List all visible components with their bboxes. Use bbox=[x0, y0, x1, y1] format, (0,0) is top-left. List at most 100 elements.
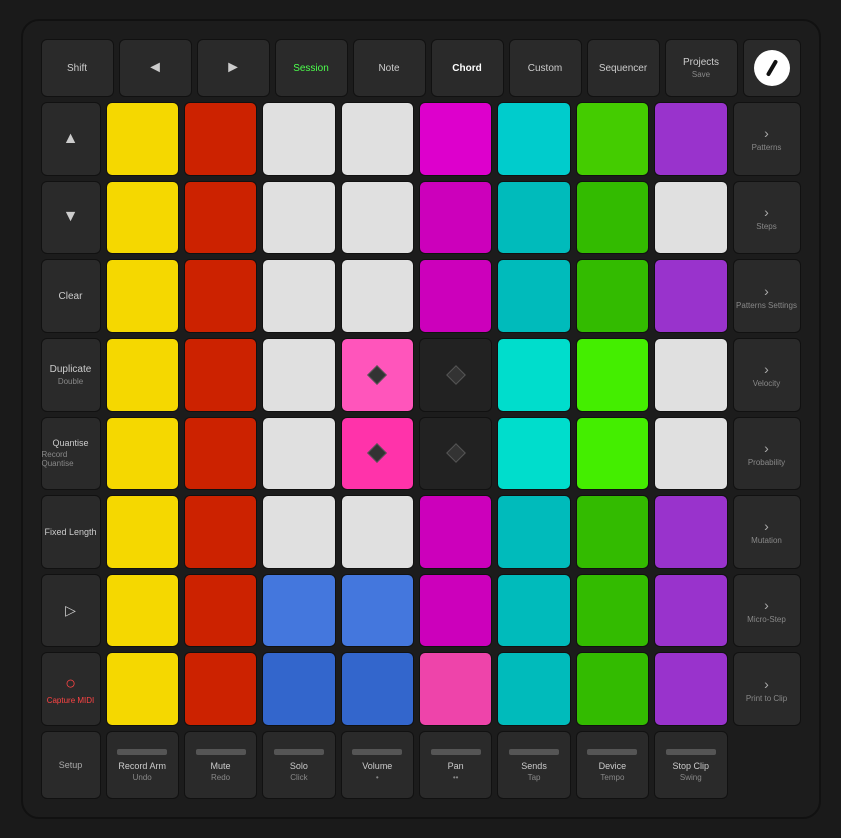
pad-0-5[interactable] bbox=[497, 102, 570, 176]
pad-7-5[interactable] bbox=[497, 652, 570, 726]
bottom-btn-stop-clip[interactable]: Stop ClipSwing bbox=[654, 731, 727, 799]
pad-7-2[interactable] bbox=[262, 652, 335, 726]
mutation-button[interactable]: › Mutation bbox=[733, 495, 801, 569]
pad-4-1[interactable] bbox=[184, 417, 257, 491]
patterns-settings-button[interactable]: › Patterns Settings bbox=[733, 259, 801, 333]
projects-button[interactable]: Projects Save bbox=[665, 39, 738, 97]
setup-button[interactable]: Setup bbox=[41, 731, 101, 799]
pad-0-1[interactable] bbox=[184, 102, 257, 176]
velocity-button[interactable]: › Velocity bbox=[733, 338, 801, 412]
pad-0-2[interactable] bbox=[262, 102, 335, 176]
pad-5-5[interactable] bbox=[497, 495, 570, 569]
pad-7-4[interactable] bbox=[419, 652, 492, 726]
pad-5-7[interactable] bbox=[654, 495, 727, 569]
bottom-btn-record-arm[interactable]: Record ArmUndo bbox=[106, 731, 179, 799]
pad-7-0[interactable] bbox=[106, 652, 179, 726]
pad-4-5[interactable] bbox=[497, 417, 570, 491]
pad-1-3[interactable] bbox=[341, 181, 414, 255]
pad-3-1[interactable] bbox=[184, 338, 257, 412]
pad-7-3[interactable] bbox=[341, 652, 414, 726]
micro-step-button[interactable]: › Micro-Step bbox=[733, 574, 801, 648]
logo-button[interactable] bbox=[743, 39, 801, 97]
note-button[interactable]: Note bbox=[353, 39, 426, 97]
pad-7-7[interactable] bbox=[654, 652, 727, 726]
pad-2-4[interactable] bbox=[419, 259, 492, 333]
pad-6-5[interactable] bbox=[497, 574, 570, 648]
pad-0-0[interactable] bbox=[106, 102, 179, 176]
custom-button[interactable]: Custom bbox=[509, 39, 582, 97]
pad-4-3[interactable] bbox=[341, 417, 414, 491]
pad-5-0[interactable] bbox=[106, 495, 179, 569]
pad-4-2[interactable] bbox=[262, 417, 335, 491]
pad-3-5[interactable] bbox=[497, 338, 570, 412]
pad-4-6[interactable] bbox=[576, 417, 649, 491]
pad-0-7[interactable] bbox=[654, 102, 727, 176]
pad-1-2[interactable] bbox=[262, 181, 335, 255]
up-arrow-button[interactable]: ▲ bbox=[41, 102, 101, 176]
pad-2-0[interactable] bbox=[106, 259, 179, 333]
pad-0-3[interactable] bbox=[341, 102, 414, 176]
pad-1-0[interactable] bbox=[106, 181, 179, 255]
pad-1-4[interactable] bbox=[419, 181, 492, 255]
pad-5-3[interactable] bbox=[341, 495, 414, 569]
record-button[interactable]: ○ Capture MIDI bbox=[41, 652, 101, 726]
pad-3-3[interactable] bbox=[341, 338, 414, 412]
shift-button[interactable]: Shift bbox=[41, 39, 114, 97]
pad-3-6[interactable] bbox=[576, 338, 649, 412]
play-button[interactable]: ▷ bbox=[41, 574, 101, 648]
pad-1-6[interactable] bbox=[576, 181, 649, 255]
pad-3-4[interactable] bbox=[419, 338, 492, 412]
right-arrow-button[interactable]: ► bbox=[197, 39, 270, 97]
pad-2-2[interactable] bbox=[262, 259, 335, 333]
print-to-clip-button[interactable]: › Print to Clip bbox=[733, 652, 801, 726]
pad-1-5[interactable] bbox=[497, 181, 570, 255]
clear-button[interactable]: Clear bbox=[41, 259, 101, 333]
pad-5-2[interactable] bbox=[262, 495, 335, 569]
pad-3-2[interactable] bbox=[262, 338, 335, 412]
pad-7-6[interactable] bbox=[576, 652, 649, 726]
bottom-btn-sends[interactable]: SendsTap bbox=[497, 731, 570, 799]
steps-button[interactable]: › Steps bbox=[733, 181, 801, 255]
pad-6-1[interactable] bbox=[184, 574, 257, 648]
pad-2-6[interactable] bbox=[576, 259, 649, 333]
fixed-length-button[interactable]: Fixed Length bbox=[41, 495, 101, 569]
pad-5-6[interactable] bbox=[576, 495, 649, 569]
down-arrow-button[interactable]: ▼ bbox=[41, 181, 101, 255]
pad-4-7[interactable] bbox=[654, 417, 727, 491]
pad-3-7[interactable] bbox=[654, 338, 727, 412]
sequencer-button[interactable]: Sequencer bbox=[587, 39, 660, 97]
duplicate-button[interactable]: Duplicate Double bbox=[41, 338, 101, 412]
pad-6-6[interactable] bbox=[576, 574, 649, 648]
pad-2-3[interactable] bbox=[341, 259, 414, 333]
bottom-btn-solo[interactable]: SoloClick bbox=[262, 731, 335, 799]
pad-6-3[interactable] bbox=[341, 574, 414, 648]
bottom-btn-device[interactable]: DeviceTempo bbox=[576, 731, 649, 799]
pad-1-7[interactable] bbox=[654, 181, 727, 255]
pad-6-2[interactable] bbox=[262, 574, 335, 648]
session-button[interactable]: Session bbox=[275, 39, 348, 97]
pad-4-4[interactable] bbox=[419, 417, 492, 491]
pad-7-1[interactable] bbox=[184, 652, 257, 726]
bottom-sublabel-solo: Click bbox=[290, 773, 307, 782]
pad-5-4[interactable] bbox=[419, 495, 492, 569]
quantise-button[interactable]: Quantise Record Quantise bbox=[41, 417, 101, 491]
pad-4-0[interactable] bbox=[106, 417, 179, 491]
left-arrow-button[interactable]: ◄ bbox=[119, 39, 192, 97]
pad-3-0[interactable] bbox=[106, 338, 179, 412]
bottom-btn-mute[interactable]: MuteRedo bbox=[184, 731, 257, 799]
pad-1-1[interactable] bbox=[184, 181, 257, 255]
pad-6-4[interactable] bbox=[419, 574, 492, 648]
pad-6-7[interactable] bbox=[654, 574, 727, 648]
pad-0-6[interactable] bbox=[576, 102, 649, 176]
probability-button[interactable]: › Probability bbox=[733, 417, 801, 491]
pad-6-0[interactable] bbox=[106, 574, 179, 648]
pad-0-4[interactable] bbox=[419, 102, 492, 176]
bottom-btn-volume[interactable]: Volume• bbox=[341, 731, 414, 799]
patterns-button[interactable]: › Patterns bbox=[733, 102, 801, 176]
pad-5-1[interactable] bbox=[184, 495, 257, 569]
pad-2-5[interactable] bbox=[497, 259, 570, 333]
pad-2-7[interactable] bbox=[654, 259, 727, 333]
pad-2-1[interactable] bbox=[184, 259, 257, 333]
bottom-btn-pan[interactable]: Pan•• bbox=[419, 731, 492, 799]
chord-button[interactable]: Chord bbox=[431, 39, 504, 97]
